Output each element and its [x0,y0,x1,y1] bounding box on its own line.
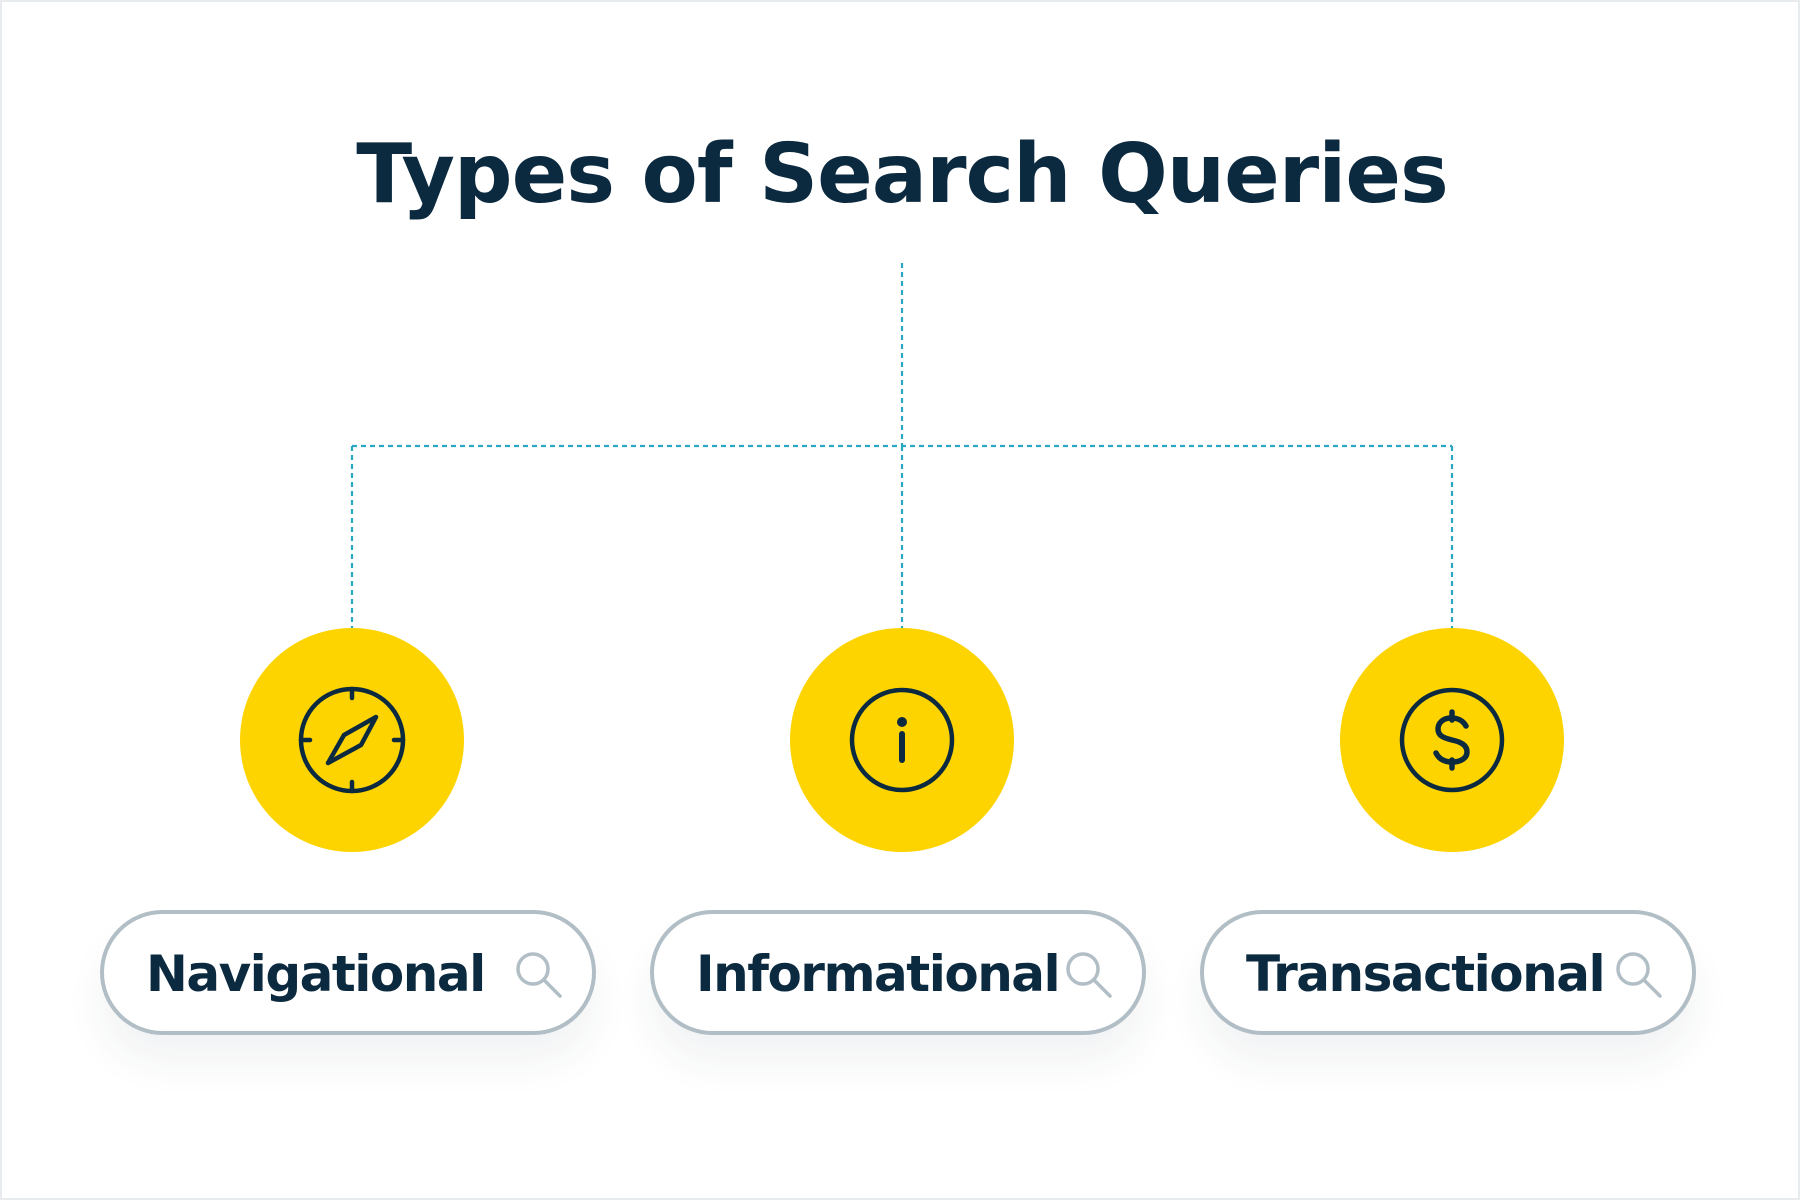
search-pill-transactional[interactable]: Transactional [1200,910,1696,1035]
search-pill-informational[interactable]: Informational [650,910,1146,1035]
search-pill-navigational[interactable]: Navigational [100,910,596,1035]
compass-icon [298,686,406,794]
dollar-icon [1399,687,1505,793]
search-icon [1066,952,1112,998]
search-icon [1616,952,1662,998]
pill-label-transactional: Transactional [1246,945,1606,1003]
node-transactional [1340,628,1564,852]
pill-label-informational: Informational [696,945,1061,1003]
info-icon [849,687,955,793]
node-informational [790,628,1014,852]
diagram-canvas: Types of Search Queries Navigational Inf… [0,0,1800,1200]
pill-label-navigational: Navigational [146,945,486,1003]
search-icon [516,952,562,998]
node-navigational [240,628,464,852]
